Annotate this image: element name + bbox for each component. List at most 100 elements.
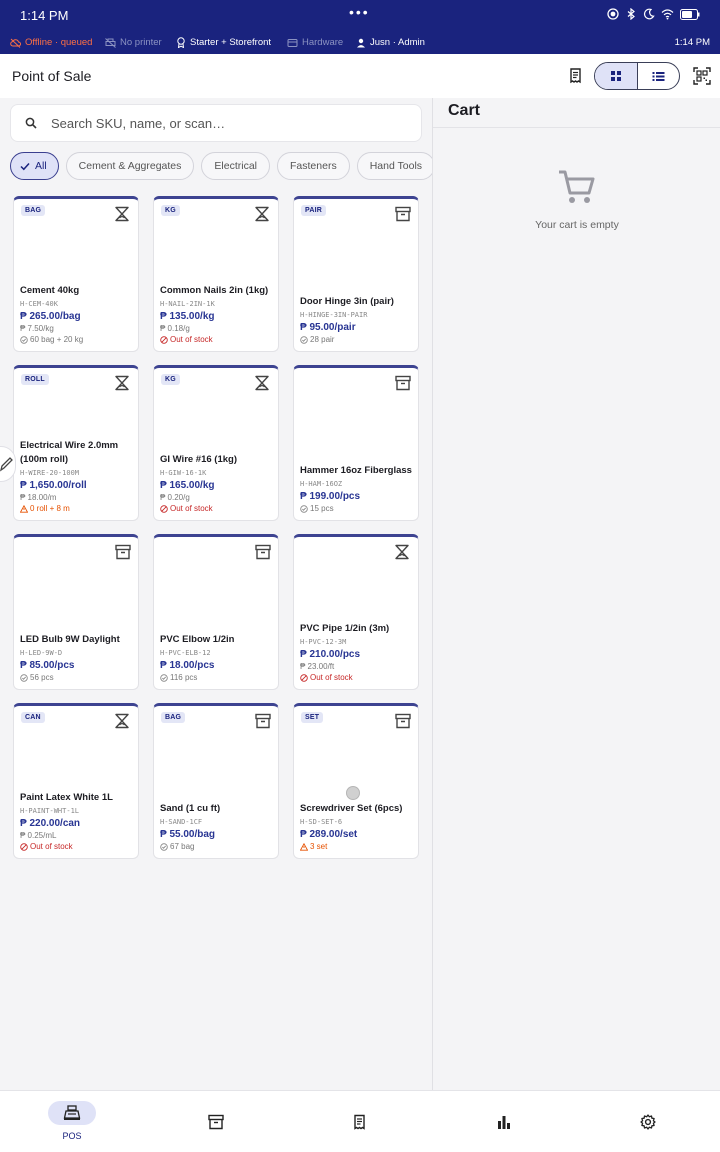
pencil-icon <box>0 457 13 472</box>
product-name: Common Nails 2in (1kg) <box>160 285 269 296</box>
bar-chart-icon <box>498 1116 510 1129</box>
stock-item-indicator <box>395 713 411 734</box>
receipt-history-button[interactable] <box>567 67 585 90</box>
stock-item-indicator <box>395 375 411 396</box>
inventory-box-icon <box>395 206 411 222</box>
cart-divider <box>433 127 720 128</box>
plan-label: Starter + Storefront <box>190 37 272 48</box>
scale-icon <box>115 713 129 729</box>
unit-badge: BAG <box>161 712 186 723</box>
system-status-bar: 1:14 PM ••• <box>0 0 720 32</box>
product-sku: H-SD-SET-6 <box>300 818 343 826</box>
record-icon <box>607 8 619 20</box>
product-sku: H-PVC-12-3M <box>300 638 347 646</box>
cart-panel: Cart Your cart is empty <box>432 98 720 1090</box>
weighed-item-indicator <box>253 206 271 227</box>
nav-orders[interactable] <box>288 1091 432 1152</box>
chip-fasteners[interactable]: Fasteners <box>277 152 350 180</box>
weighed-item-indicator <box>113 375 131 396</box>
product-card[interactable]: PVC Pipe 1/2in (3m) H-PVC-12-3M ₱ 210.00/p… <box>293 534 419 690</box>
chip-label: Hand Tools <box>369 160 423 172</box>
printer-indicator[interactable]: No printer <box>105 37 162 48</box>
product-card[interactable]: ROLL Electrical Wire 2.0mm (100m roll) H-W… <box>13 365 139 521</box>
product-card[interactable]: BAG Sand (1 cu ft) H-SAND-1CF ₱ 55.00/bag 67… <box>153 703 279 859</box>
product-card[interactable]: PAIR Door Hinge 3in (pair) H-HINGE-3IN-PAI… <box>293 196 419 352</box>
hardware-indicator[interactable]: Hardware <box>287 37 343 48</box>
stock-label: Out of stock <box>170 335 213 344</box>
scale-icon <box>255 375 269 391</box>
moon-icon <box>643 8 655 20</box>
product-unit-price: ₱ 23.00/ft <box>300 662 335 671</box>
view-mode-toggle[interactable] <box>594 62 680 90</box>
product-price: ₱ 289.00/set <box>300 829 358 840</box>
stock-status: Out of stock <box>20 842 134 851</box>
chip-label: All <box>35 160 47 172</box>
product-card[interactable]: KG GI Wire #16 (1kg) H-GIW-16-1K ₱ 165.00/k… <box>153 365 279 521</box>
block-icon <box>160 335 168 344</box>
chip-label: Cement & Aggregates <box>78 160 182 172</box>
check-icon <box>20 162 30 170</box>
product-unit-price: ₱ 0.25/mL <box>20 831 57 840</box>
nav-pos[interactable]: POS <box>0 1091 144 1152</box>
weighed-item-indicator <box>113 713 131 734</box>
receipt-icon <box>570 68 581 84</box>
unit-badge: KG <box>161 205 180 216</box>
product-card[interactable]: Hammer 16oz Fiberglass H-HAM-16OZ ₱ 199.00… <box>293 365 419 521</box>
grid-view-button[interactable] <box>595 63 638 89</box>
product-card[interactable]: CAN Paint Latex White 1L H-PAINT-WHT-1L ₱ 2… <box>13 703 139 859</box>
product-price: ₱ 165.00/kg <box>160 480 215 491</box>
wifi-icon <box>661 9 674 20</box>
chip-all[interactable]: All <box>10 152 59 180</box>
user-indicator[interactable]: Jusn · Admin <box>356 37 425 48</box>
unit-badge: SET <box>301 712 324 723</box>
product-sku: H-PVC-ELB-12 <box>160 649 211 657</box>
product-name: LED Bulb 9W Daylight <box>20 634 120 645</box>
chip-hand-tools[interactable]: Hand Tools <box>356 152 436 180</box>
product-card[interactable]: KG Common Nails 2in (1kg) H-NAIL-2IN-1K ₱ 1… <box>153 196 279 352</box>
plan-indicator[interactable]: Starter + Storefront <box>176 37 271 48</box>
search-input[interactable] <box>51 115 391 131</box>
window-menu-dots[interactable]: ••• <box>349 4 370 20</box>
stock-label: Out of stock <box>170 504 213 513</box>
inventory-box-icon <box>255 713 271 729</box>
product-name: PVC Elbow 1/2in <box>160 634 235 645</box>
product-price: ₱ 220.00/can <box>20 818 81 829</box>
product-card[interactable]: BAG Cement 40kg H-CEM-40K ₱ 265.00/bag ₱ 7.5… <box>13 196 139 352</box>
product-info: PVC Elbow 1/2in H-PVC-ELB-12 ₱ 18.00/pcs 11… <box>160 633 274 682</box>
product-search[interactable] <box>10 104 422 142</box>
grid-view-icon <box>610 71 621 81</box>
product-card[interactable]: SET Screwdriver Set (6pcs) H-SD-SET-6 ₱ 289… <box>293 703 419 859</box>
list-view-button[interactable] <box>638 63 680 89</box>
chip-electrical[interactable]: Electrical <box>201 152 271 180</box>
product-name: Paint Latex White 1L <box>20 792 113 803</box>
receipt-icon <box>354 1114 365 1130</box>
search-icon <box>25 117 37 129</box>
weighed-item-indicator <box>393 544 411 565</box>
gear-icon <box>640 1114 656 1130</box>
printer-label: No printer <box>120 37 162 48</box>
product-card[interactable]: LED Bulb 9W Daylight H-LED-9W-D ₱ 85.00/pc… <box>13 534 139 690</box>
chip-cement-aggregates[interactable]: Cement & Aggregates <box>65 152 195 180</box>
bottom-navigation: POS <box>0 1090 720 1152</box>
nav-pos-label: POS <box>62 1131 82 1141</box>
unit-badge: BAG <box>21 205 46 216</box>
nav-reports[interactable] <box>432 1091 576 1152</box>
scale-icon <box>395 544 409 560</box>
nav-settings[interactable] <box>576 1091 720 1152</box>
product-price: ₱ 135.00/kg <box>160 311 215 322</box>
user-label: Jusn · Admin <box>370 37 425 48</box>
stock-label: 67 bag <box>170 842 195 851</box>
product-card[interactable]: PVC Elbow 1/2in H-PVC-ELB-12 ₱ 18.00/pcs 11… <box>153 534 279 690</box>
inventory-icon <box>208 1114 224 1130</box>
inventory-box-icon <box>395 375 411 391</box>
product-name: Electrical Wire 2.0mm (100m roll) <box>20 440 119 465</box>
qr-scan-button[interactable] <box>693 67 711 90</box>
stock-item-indicator <box>115 544 131 565</box>
nav-pos-pill <box>48 1101 96 1125</box>
product-sku: H-HAM-16OZ <box>300 480 343 488</box>
product-unit-price: ₱ 18.00/m <box>20 493 57 502</box>
offline-indicator[interactable]: Offline · queued <box>10 37 92 48</box>
nav-inventory[interactable] <box>144 1091 288 1152</box>
stock-item-indicator <box>255 713 271 734</box>
product-sku: H-CEM-40K <box>20 300 58 308</box>
